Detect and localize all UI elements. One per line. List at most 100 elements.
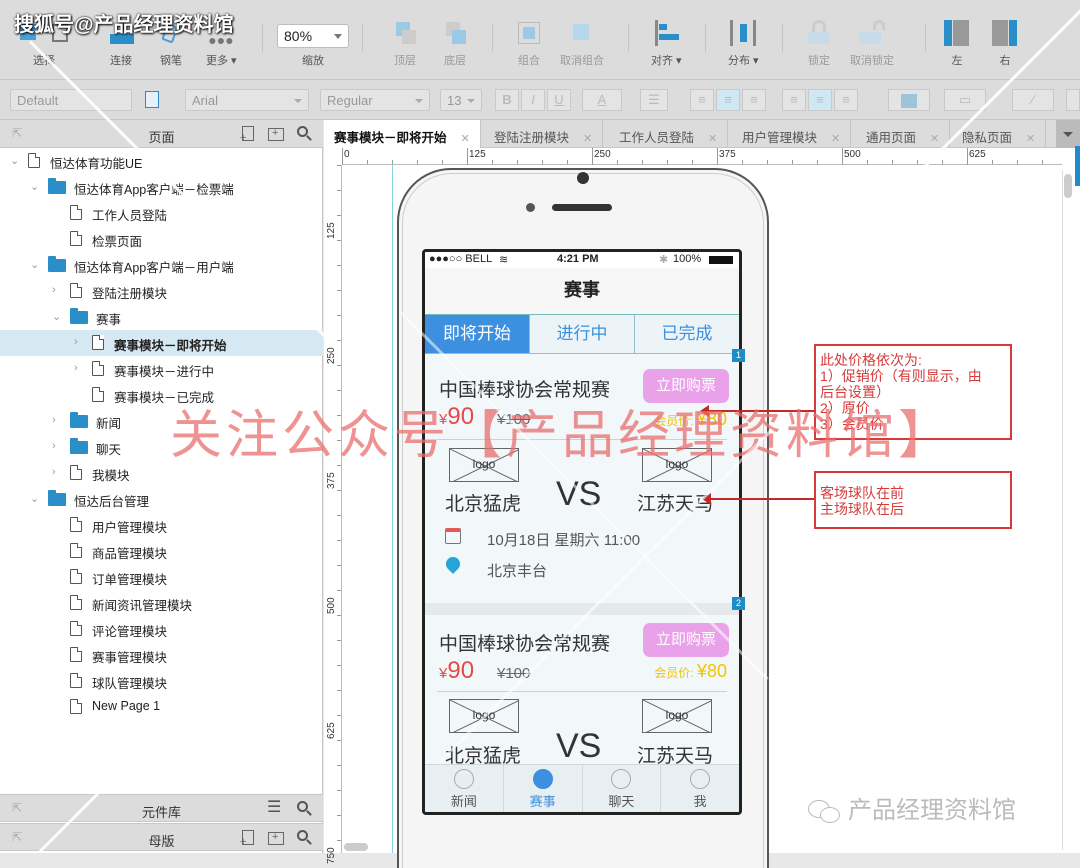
vertical-scrollbar[interactable] xyxy=(1062,170,1072,850)
tab-overflow-button[interactable] xyxy=(1056,120,1080,148)
font-weight-select[interactable]: Regular xyxy=(320,89,430,111)
send-to-back-button[interactable]: 底层 xyxy=(442,20,468,68)
page-tree-item[interactable]: ⌄ 恒达体育App客户端－用户端 xyxy=(0,252,323,278)
page-tree-item[interactable]: 赛事管理模块 xyxy=(0,642,323,668)
italic-button[interactable]: I xyxy=(521,89,545,111)
document-tab[interactable]: 登陆注册模块 ✕ xyxy=(484,120,604,148)
search-icon[interactable] xyxy=(295,829,313,847)
font-size-select[interactable]: 13 xyxy=(440,89,482,111)
masters-panel-header[interactable]: ⇱ 母版 + + xyxy=(0,823,323,851)
tab-news[interactable]: 新闻 xyxy=(425,765,504,812)
page-tree-item[interactable]: › 聊天 xyxy=(0,434,323,460)
style-select[interactable]: Default xyxy=(10,89,132,111)
add-master-icon[interactable]: + xyxy=(239,829,257,848)
align-menu[interactable]: 对齐 ▾ xyxy=(651,20,682,68)
design-canvas[interactable]: 0 125 250 375 500 625 125 250 375 500 625 750 ●●●○… xyxy=(324,146,1080,868)
page-tree-item[interactable]: 赛事模块－已完成 xyxy=(0,382,323,408)
line-style-button[interactable]: ∕ xyxy=(1012,89,1054,111)
close-tab-icon[interactable]: ✕ xyxy=(583,133,592,145)
line-color-button[interactable]: ▭ xyxy=(944,89,986,111)
chevron-right-icon[interactable]: › xyxy=(52,440,56,452)
scroll-thumb[interactable] xyxy=(1064,174,1072,198)
align-text-left-button[interactable]: ≡ xyxy=(690,89,714,111)
page-tree-item[interactable]: › 赛事模块－即将开始 xyxy=(0,330,323,356)
page-tree-item[interactable]: 检票页面 xyxy=(0,226,323,252)
chevron-right-icon[interactable]: › xyxy=(52,466,56,478)
tab-chat[interactable]: 聊天 xyxy=(583,765,662,812)
page-tree-item[interactable]: 商品管理模块 xyxy=(0,538,323,564)
team-order-annotation[interactable]: 客场球队在前 主场球队在后 xyxy=(814,471,1012,529)
add-folder-icon[interactable]: + xyxy=(267,125,285,143)
price-annotation[interactable]: 此处价格依次为: 1）促销价（有则显示，由 后台设置） 2）原价 3）会员价 xyxy=(814,344,1012,440)
page-tree-item[interactable]: ⌄ 恒达体育App客户端－检票端 xyxy=(0,174,323,200)
library-panel-header[interactable]: ⇱ 元件库 ☰ xyxy=(0,794,323,822)
chevron-down-icon[interactable]: ⌄ xyxy=(30,180,39,193)
chevron-right-icon[interactable]: › xyxy=(74,362,78,374)
zoom-select[interactable]: 80% xyxy=(277,24,349,48)
bring-to-front-button[interactable]: 顶层 xyxy=(392,20,418,68)
page-tree-item[interactable]: ⌄ 赛事 xyxy=(0,304,323,330)
chevron-down-icon[interactable]: ⌄ xyxy=(52,310,61,323)
align-bottom-button[interactable]: ≡ xyxy=(834,89,858,111)
page-tree-item[interactable]: 评论管理模块 xyxy=(0,616,323,642)
page-tree-item[interactable]: ⌄ 恒达后台管理 xyxy=(0,486,323,512)
page-tree-item[interactable]: 工作人员登陆 xyxy=(0,200,323,226)
align-middle-button[interactable]: ≡ xyxy=(808,89,832,111)
chevron-right-icon[interactable]: › xyxy=(74,336,78,348)
left-panel-toggle[interactable]: 左 xyxy=(944,20,970,68)
chevron-right-icon[interactable]: › xyxy=(52,414,56,426)
font-family-select[interactable]: Arial xyxy=(185,89,309,111)
bold-button[interactable]: B xyxy=(495,89,519,111)
chevron-down-icon[interactable]: ⌄ xyxy=(30,492,39,505)
underline-button[interactable]: U xyxy=(547,89,571,111)
group-button[interactable]: 组合 xyxy=(516,20,542,68)
right-panel-toggle[interactable]: 右 xyxy=(992,20,1018,68)
fill-color-button[interactable] xyxy=(888,89,930,111)
page-tree-item[interactable]: 球队管理模块 xyxy=(0,668,323,694)
chevron-right-icon[interactable]: › xyxy=(52,284,56,296)
document-tab[interactable]: 赛事模块－即将开始 ✕ xyxy=(324,120,481,148)
bullet-list-button[interactable]: ☰ xyxy=(640,89,668,111)
close-tab-icon[interactable]: ✕ xyxy=(1026,133,1035,145)
text-color-button[interactable]: A xyxy=(582,89,622,111)
close-tab-icon[interactable]: ✕ xyxy=(708,133,717,145)
chevron-down-icon[interactable]: ⌄ xyxy=(30,258,39,271)
buy-ticket-button[interactable]: 立即购票 xyxy=(643,369,729,403)
segment-upcoming[interactable]: 即将开始 xyxy=(425,315,530,353)
horizontal-scrollbar[interactable] xyxy=(344,843,368,851)
menu-icon[interactable]: ☰ xyxy=(267,800,285,818)
ungroup-button[interactable]: 取消组合 xyxy=(560,20,604,68)
page-tree-item[interactable]: › 我模块 xyxy=(0,460,323,486)
close-tab-icon[interactable]: ✕ xyxy=(461,133,470,145)
align-text-center-button[interactable]: ≡ xyxy=(716,89,740,111)
page-tree-item[interactable]: 用户管理模块 xyxy=(0,512,323,538)
segment-in-progress[interactable]: 进行中 xyxy=(530,315,635,353)
page-tree-item[interactable]: ⌄ 恒达体育功能UE xyxy=(0,148,323,174)
align-text-right-button[interactable]: ≡ xyxy=(742,89,766,111)
document-tab[interactable]: 隐私页面 ✕ xyxy=(952,120,1047,148)
distribute-menu[interactable]: 分布 ▾ xyxy=(728,20,759,68)
page-tree-item[interactable]: › 登陆注册模块 xyxy=(0,278,323,304)
align-top-button[interactable]: ≡ xyxy=(782,89,806,111)
search-icon[interactable] xyxy=(295,800,313,818)
lock-button[interactable]: 锁定 xyxy=(806,20,832,68)
close-tab-icon[interactable]: ✕ xyxy=(930,133,939,145)
document-tab[interactable]: 工作人员登陆 ✕ xyxy=(609,120,729,148)
unlock-button[interactable]: 取消锁定 xyxy=(850,20,894,68)
page-tree-item[interactable]: › 赛事模块－进行中 xyxy=(0,356,323,382)
more-format-button[interactable] xyxy=(1066,89,1080,111)
add-folder-icon[interactable]: + xyxy=(267,829,285,847)
footnote-badge[interactable]: 2 xyxy=(732,597,745,610)
search-icon[interactable] xyxy=(295,125,313,143)
tab-me[interactable]: 我 xyxy=(661,765,739,812)
page-tree-item[interactable]: › 新闻 xyxy=(0,408,323,434)
add-page-icon[interactable]: + xyxy=(239,125,257,144)
guide-line[interactable] xyxy=(392,165,393,853)
page-tree-item[interactable]: 新闻资讯管理模块 xyxy=(0,590,323,616)
page-tree-item[interactable]: 订单管理模块 xyxy=(0,564,323,590)
document-tab[interactable]: 用户管理模块 ✕ xyxy=(732,120,852,148)
style-edit-icon[interactable] xyxy=(145,91,159,108)
page-tree-item[interactable]: New Page 1 xyxy=(0,694,323,720)
document-tab[interactable]: 通用页面 ✕ xyxy=(856,120,951,148)
chevron-down-icon[interactable]: ⌄ xyxy=(10,154,19,167)
